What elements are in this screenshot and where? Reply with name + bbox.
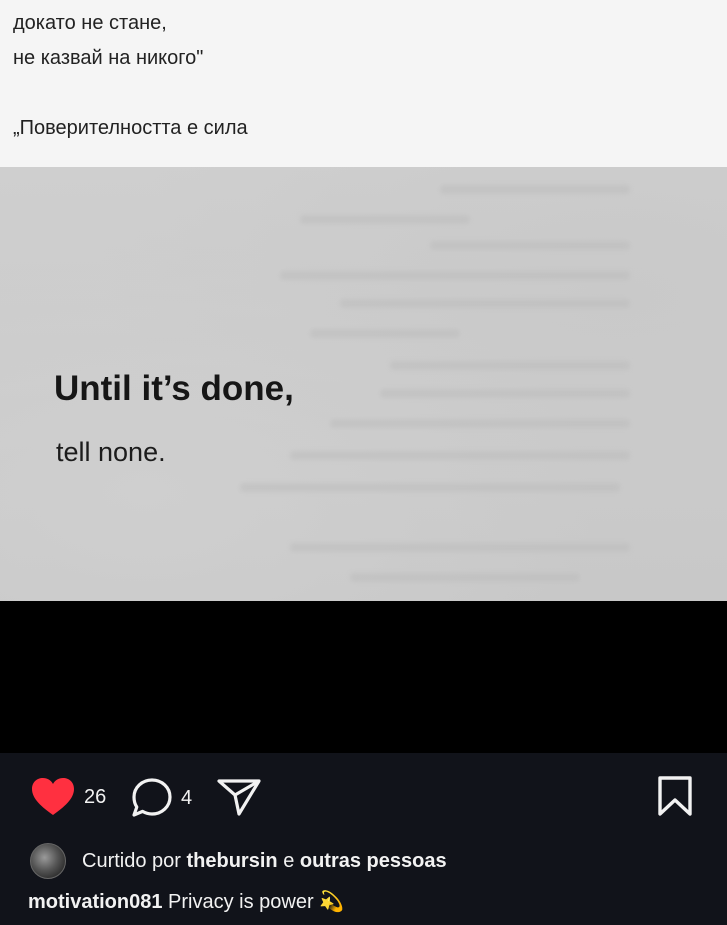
share-action — [216, 777, 262, 817]
liked-by-prefix: Curtido por — [82, 849, 181, 872]
like-action: 26 — [30, 777, 106, 817]
sparkle-emoji-icon: 💫 — [319, 891, 345, 913]
caption-username[interactable]: motivation081 — [28, 891, 162, 913]
caption-text: Privacy is power — [168, 891, 314, 913]
quote-heading: Until it’s done, — [54, 369, 294, 408]
quote-subtext: tell none. — [56, 437, 166, 467]
comment-count: 4 — [181, 786, 193, 809]
liked-by-others[interactable]: outras pessoas — [300, 850, 447, 873]
post-text-block: докато не стане, не казвай на никого" „П… — [0, 0, 727, 167]
comment-icon[interactable] — [130, 777, 174, 819]
like-count: 26 — [84, 785, 107, 808]
liked-by-row: Curtido por thebursin e outras pessoas — [30, 843, 447, 879]
bookmark-icon[interactable] — [656, 775, 694, 817]
post-footer: 26 4 Curtido por thebursin e outras pess… — [0, 753, 727, 925]
heart-icon[interactable] — [30, 777, 76, 817]
comment-action: 4 — [130, 777, 192, 819]
liked-by-user[interactable]: thebursin — [187, 850, 278, 873]
post-image: Until it’s done, tell none. — [0, 167, 727, 601]
save-action — [656, 775, 694, 817]
post-text-line: „Поверителността е сила — [13, 117, 248, 139]
send-icon[interactable] — [216, 777, 262, 817]
image-letterbox — [0, 601, 727, 753]
avatar[interactable] — [30, 843, 66, 879]
post-text-line: докато не стане, — [13, 12, 167, 34]
caption-row: motivation081 Privacy is power 💫 — [28, 889, 344, 914]
post-text-line: не казвай на никого" — [13, 47, 204, 69]
liked-by-connector: e — [283, 849, 295, 872]
